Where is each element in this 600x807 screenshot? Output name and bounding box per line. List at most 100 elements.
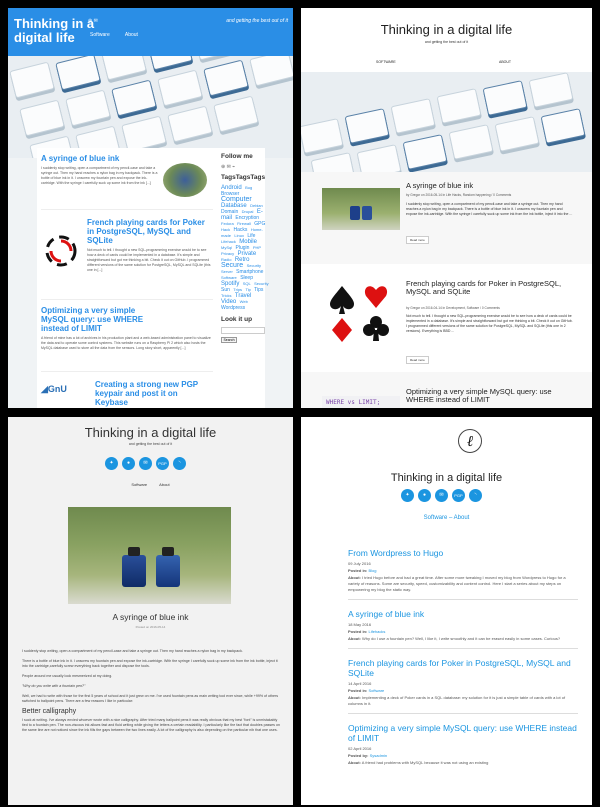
tag-link[interactable]: Drupal [242,209,254,214]
nav-item-about[interactable]: ABOUT [499,60,511,64]
tag-link[interactable]: Hack [221,227,230,232]
post-title[interactable]: Optimizing a very simple MySQL query: us… [406,388,576,404]
post-list: A syringe of blue ink I suddenly stop wr… [37,148,215,408]
tag-link[interactable]: Secure [221,262,243,269]
site-logo[interactable]: ℓ [458,429,482,453]
pgp-icon[interactable]: PGP [452,489,465,502]
tag-link[interactable]: Privacy [221,251,234,256]
read-more-button[interactable]: Read more [406,356,429,364]
category-label: Posted by: [348,753,369,758]
social-icons[interactable]: ⊕ ✉ [88,18,98,24]
post-item: A syringe of blue ink I suddenly stop wr… [41,154,213,210]
tag-link[interactable]: Debian [250,203,263,208]
search-button[interactable]: Search [221,337,237,343]
main-nav[interactable]: Software – About [301,515,592,521]
post-category: Posted in: Software [348,688,578,693]
nav-item-about[interactable]: About [159,482,169,487]
post-title[interactable]: Optimizing a very simple MySQL query: us… [41,306,151,333]
post-title[interactable]: A syringe of blue ink [41,154,213,163]
screenshot-theme-2: Thinking in a digital life and getting t… [301,8,592,408]
tag-link[interactable]: Lifehack [221,239,236,244]
tag-link[interactable]: Trips [233,287,242,292]
post-title[interactable]: French playing cards for Poker in Postgr… [87,218,213,245]
site-title[interactable]: Thinking in a digital life [301,472,592,484]
post-thumbnail[interactable] [163,163,207,197]
tagline: and getting the best out of it [226,18,288,24]
post-item: Optimizing a very simple MySQL query: us… [348,723,578,772]
code-thumbnail[interactable]: WHERE vs LIMIT; [322,396,400,408]
post-item: From Wordpress to Hugo 09 July 2016 Post… [348,548,578,600]
github-icon[interactable]: ● [418,489,431,502]
search-input[interactable] [221,327,265,334]
post-title[interactable]: A syringe of blue ink [406,182,576,190]
post-about: About: A friend had problems with MySQL … [348,760,578,772]
github-icon[interactable]: ● [122,457,135,470]
tags-heading: TagsTagsTags [221,174,266,181]
pgp-icon[interactable]: PGP [156,457,169,470]
nav-item-software[interactable]: Software [90,32,110,38]
tag-link[interactable]: MySql [221,245,232,250]
tag-link[interactable]: Server [221,269,233,274]
nav-item-about[interactable]: About [125,32,138,38]
category-link[interactable]: Sysadmin [370,753,388,758]
post-title[interactable]: A syringe of blue ink [348,609,578,619]
keyboard-banner [301,72,592,172]
site-title[interactable]: Thinking in a digital life [301,22,592,37]
twitter-icon[interactable]: ✦ [401,489,414,502]
site-title[interactable]: Thinking in a digital life [8,425,293,440]
follow-icons[interactable]: ⊕ ✉ ⌁ [221,164,271,170]
post-body: I suddenly stop writing, open a compartm… [22,649,282,738]
post-about: About: Implementing a deck of Poker card… [348,695,578,714]
email-icon[interactable]: ✉ [139,457,152,470]
cards-thumbnail[interactable] [41,218,81,273]
rss-icon[interactable]: ◝ [469,489,482,502]
category-link[interactable]: Blog [368,568,376,573]
tag-link[interactable]: Tip [245,287,250,292]
post-title[interactable]: French playing cards for Poker in Postgr… [406,280,576,296]
tag-cloud: Android Bug Browser Computer Database De… [221,185,271,311]
tag-link[interactable]: Fedora [221,221,234,226]
category-link[interactable]: Software [368,688,384,693]
post-about: About: I tried Hugo before and had a gre… [348,575,578,600]
post-title[interactable]: French playing cards for Poker in Postgr… [348,658,578,678]
nav-item-software[interactable]: Software [131,482,147,487]
about-text: Implementing a deck of Poker cards in a … [348,695,566,706]
post-title[interactable]: Optimizing a very simple MySQL query: us… [348,723,578,743]
social-icons: ✦ ● ✉ PGP ◝ [401,489,486,507]
about-text: A friend had problems with MySQL because… [361,760,489,765]
tag-link[interactable]: Security [247,263,261,268]
about-text: Why do I use a fountain pen? Well, I lik… [362,636,561,641]
tag-link[interactable]: Bug [245,185,252,190]
tag-link[interactable]: Firewall [237,221,251,226]
tag-link[interactable]: Tricks [221,293,232,298]
gnu-logo-icon[interactable]: ◢GnU [41,380,81,407]
tag-link[interactable]: SQL [243,281,251,286]
about-label: About: [348,760,361,765]
rss-icon[interactable]: ◝ [173,457,186,470]
tag-link[interactable]: Software [221,275,237,280]
post-date: Posted on 2016-05-14 [135,625,166,629]
post-thumbnail[interactable] [322,188,400,230]
post-title[interactable]: Creating a strong new PGP keypair and po… [95,380,207,407]
post-title[interactable]: From Wordpress to Hugo [348,548,578,558]
tag-link[interactable]: Security [254,281,268,286]
tagline: and getting the best out of it [424,40,469,44]
tag-link[interactable]: Tips [254,287,263,293]
tag-link[interactable]: Computer [221,196,252,203]
site-title[interactable]: Thinking in a digital life [14,17,96,45]
paragraph: "Why do you write with a fountain pen?" [22,684,86,688]
twitter-icon[interactable]: ✦ [105,457,118,470]
nav-item-software[interactable]: SOFTWARE [376,60,396,64]
category-link[interactable]: Lifehacks [368,629,385,634]
tag-link[interactable]: Wordpress [221,305,245,311]
post-category: Posted in: Lifehacks [348,629,578,634]
playing-cards-icon[interactable] [328,284,392,344]
post-item: ◢GnU Creating a strong new PGP keypair a… [41,380,213,408]
tag-link[interactable]: PHP [253,245,261,250]
read-more-button[interactable]: Read more [406,236,429,244]
tag-link[interactable]: Web [240,299,248,304]
tag-link[interactable]: Linux [234,233,244,238]
post-excerpt: A friend of mine has a lot of archives i… [41,336,211,350]
post-title[interactable]: A syringe of blue ink [8,612,293,622]
email-icon[interactable]: ✉ [435,489,448,502]
